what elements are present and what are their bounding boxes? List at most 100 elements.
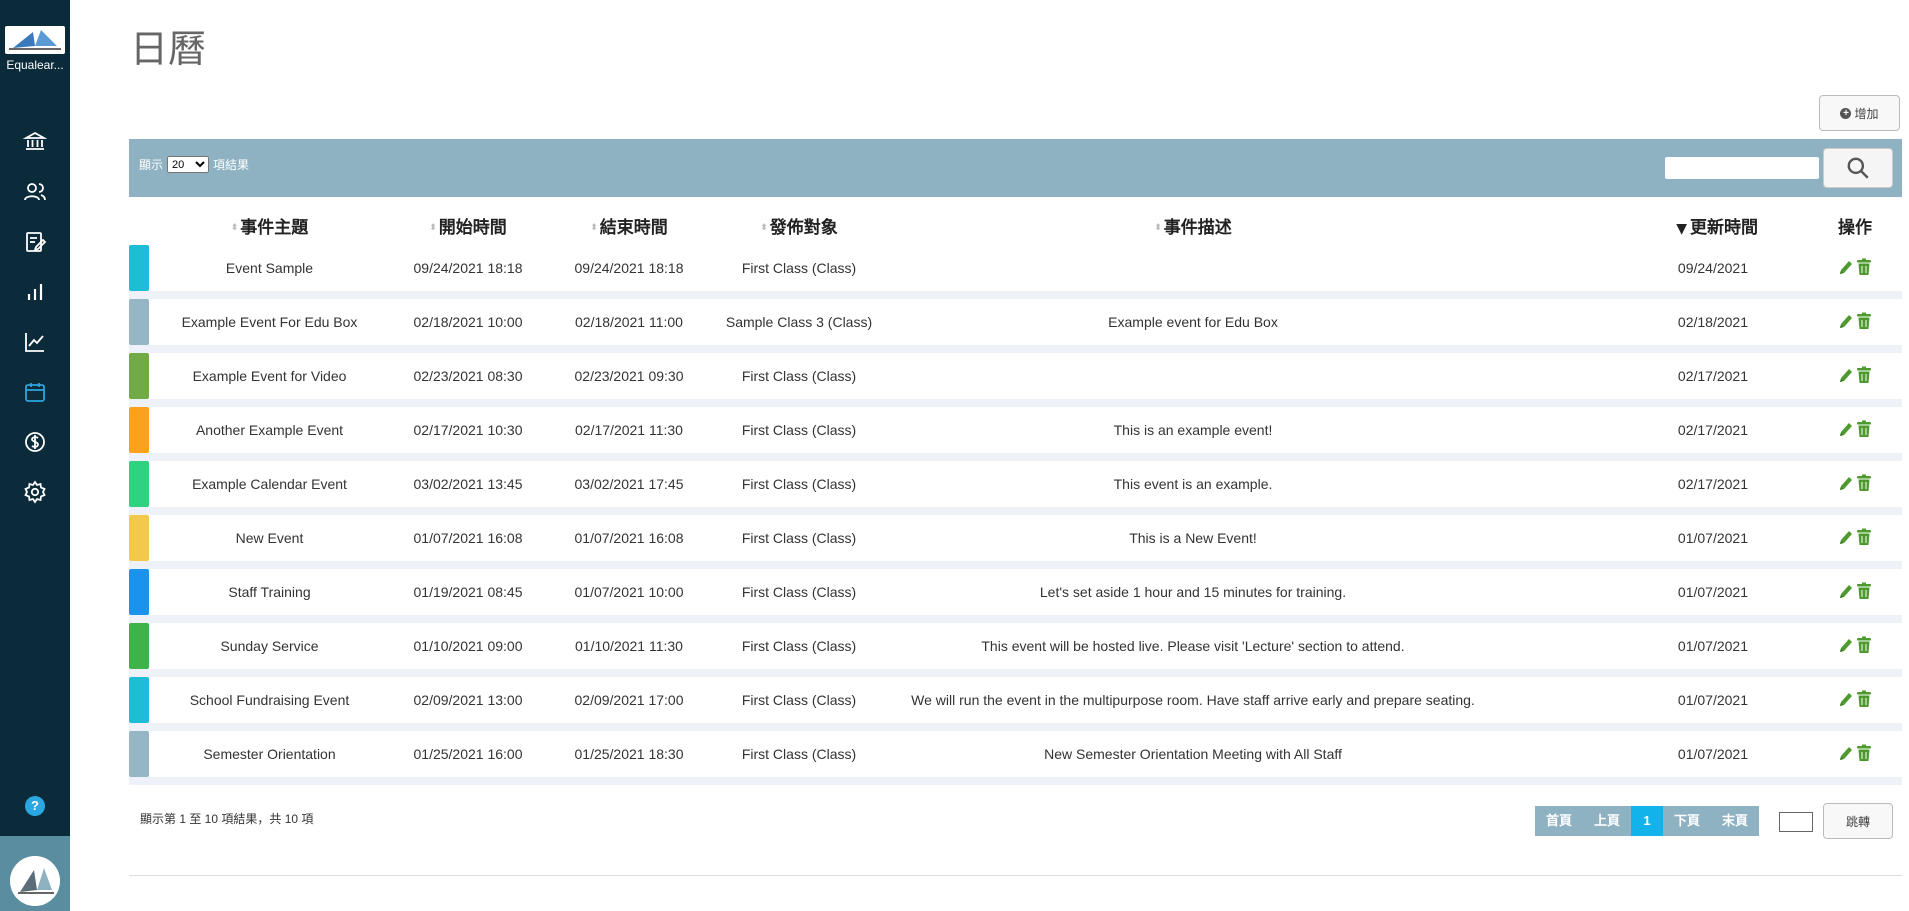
header-actions: 操作 [1808,205,1902,245]
page-1[interactable]: 1 [1631,806,1663,836]
event-end-time: 01/10/2021 11:30 [546,623,712,677]
event-target: First Class (Class) [712,353,886,407]
event-target: First Class (Class) [712,515,886,569]
pagination: 首頁 上頁 1 下頁 末頁 [1535,806,1759,836]
event-actions [1808,569,1902,623]
edit-icon[interactable] [1838,312,1854,333]
event-end-time: 01/25/2021 18:30 [546,731,712,785]
event-color-swatch [129,569,149,615]
show-suffix: 項結果 [213,158,250,172]
delete-icon[interactable] [1856,258,1872,279]
edit-icon[interactable] [1838,744,1854,765]
search-input[interactable] [1665,157,1819,179]
delete-icon[interactable] [1856,582,1872,603]
pagination-info: 顯示第 1 至 10 項結果，共 10 項 [140,812,314,826]
delete-icon[interactable] [1856,312,1872,333]
header-end[interactable]: ⬍ 結束時間 [546,205,712,245]
settings-icon[interactable] [21,478,49,506]
search-button[interactable] [1823,148,1893,188]
table-toolbar: 顯示 20 項結果 [129,139,1902,197]
payment-icon[interactable] [21,428,49,456]
table-row: Example Event For Edu Box 02/18/2021 10:… [129,299,1902,353]
event-target: First Class (Class) [712,731,886,785]
assignment-icon[interactable] [21,228,49,256]
line-chart-icon[interactable] [21,328,49,356]
header-subject-label: 事件主題 [240,217,309,238]
delete-icon[interactable] [1856,366,1872,387]
table-row: Another Example Event 02/17/2021 10:30 0… [129,407,1902,461]
page-size-select[interactable]: 20 [167,156,210,173]
event-subject: Sunday Service [149,623,390,677]
event-end-time: 03/02/2021 17:45 [546,461,712,515]
header-start[interactable]: ⬍ 開始時間 [390,205,546,245]
delete-icon[interactable] [1856,744,1872,765]
bar-chart-icon[interactable] [21,278,49,306]
edit-icon[interactable] [1838,366,1854,387]
event-color-cell [129,677,149,731]
event-description: This is an example event! [886,407,1500,461]
edit-icon[interactable] [1838,582,1854,603]
event-updated: 01/07/2021 [1500,677,1808,731]
event-color-swatch [129,623,149,669]
edit-icon[interactable] [1838,636,1854,657]
header-start-label: 開始時間 [438,217,507,238]
delete-icon[interactable] [1856,528,1872,549]
jump-button[interactable]: 跳轉 [1823,803,1893,839]
users-icon[interactable] [21,178,49,206]
event-start-time: 02/23/2021 08:30 [390,353,546,407]
edit-icon[interactable] [1838,528,1854,549]
event-color-swatch [129,353,149,399]
table-row: Example Calendar Event 03/02/2021 13:45 … [129,461,1902,515]
event-updated: 09/24/2021 [1500,245,1808,299]
jump-page-input[interactable] [1779,812,1813,832]
app-logo[interactable] [5,26,65,54]
page-title: 日曆 [130,27,207,71]
header-updated-label: 更新時間 [1690,217,1758,238]
edit-icon[interactable] [1838,258,1854,279]
event-actions [1808,623,1902,677]
event-end-time: 02/17/2021 11:30 [546,407,712,461]
add-button[interactable]: + 增加 [1819,95,1900,131]
sort-desc-icon: ▼ [1676,220,1687,237]
edit-icon[interactable] [1838,420,1854,441]
calendar-icon[interactable] [21,378,49,406]
header-updated[interactable]: ▼ 更新時間 [1500,205,1808,245]
avatar[interactable] [10,856,60,906]
event-color-cell [129,569,149,623]
event-updated: 02/17/2021 [1500,461,1808,515]
event-start-time: 01/25/2021 16:00 [390,731,546,785]
event-target: First Class (Class) [712,623,886,677]
page-next[interactable]: 下頁 [1663,806,1711,836]
header-target[interactable]: ⬍ 發佈對象 [712,205,886,245]
help-icon[interactable]: ? [25,796,45,816]
event-target: First Class (Class) [712,245,886,299]
page-prev[interactable]: 上頁 [1583,806,1631,836]
delete-icon[interactable] [1856,420,1872,441]
event-start-time: 02/09/2021 13:00 [390,677,546,731]
delete-icon[interactable] [1856,474,1872,495]
delete-icon[interactable] [1856,690,1872,711]
edit-icon[interactable] [1838,474,1854,495]
event-color-swatch [129,515,149,561]
header-subject[interactable]: ⬍ 事件主題 [149,205,390,245]
header-description[interactable]: ⬍ 事件描述 [886,205,1500,245]
event-end-time: 02/18/2021 11:00 [546,299,712,353]
school-icon[interactable] [21,127,49,155]
table-row: Example Event for Video 02/23/2021 08:30… [129,353,1902,407]
events-table: ⬍ 事件主題 ⬍ 開始時間 ⬍ 結束時間 ⬍ 發佈對象 ⬍ 事件描述 ▼ 更新時間 操作 E… [129,205,1902,785]
delete-icon[interactable] [1856,636,1872,657]
event-target: First Class (Class) [712,407,886,461]
page-first[interactable]: 首頁 [1535,806,1583,836]
header-color [129,205,149,245]
edit-icon[interactable] [1838,690,1854,711]
event-subject: Semester Orientation [149,731,390,785]
event-end-time: 02/09/2021 17:00 [546,677,712,731]
plus-icon: + [1840,107,1852,119]
table-row: School Fundraising Event 02/09/2021 13:0… [129,677,1902,731]
app-name: Equalear... [6,58,64,72]
page-last[interactable]: 末頁 [1711,806,1759,836]
event-color-cell [129,731,149,785]
table-row: New Event 01/07/2021 16:08 01/07/2021 16… [129,515,1902,569]
header-actions-label: 操作 [1838,217,1872,238]
search-icon [1847,157,1869,179]
